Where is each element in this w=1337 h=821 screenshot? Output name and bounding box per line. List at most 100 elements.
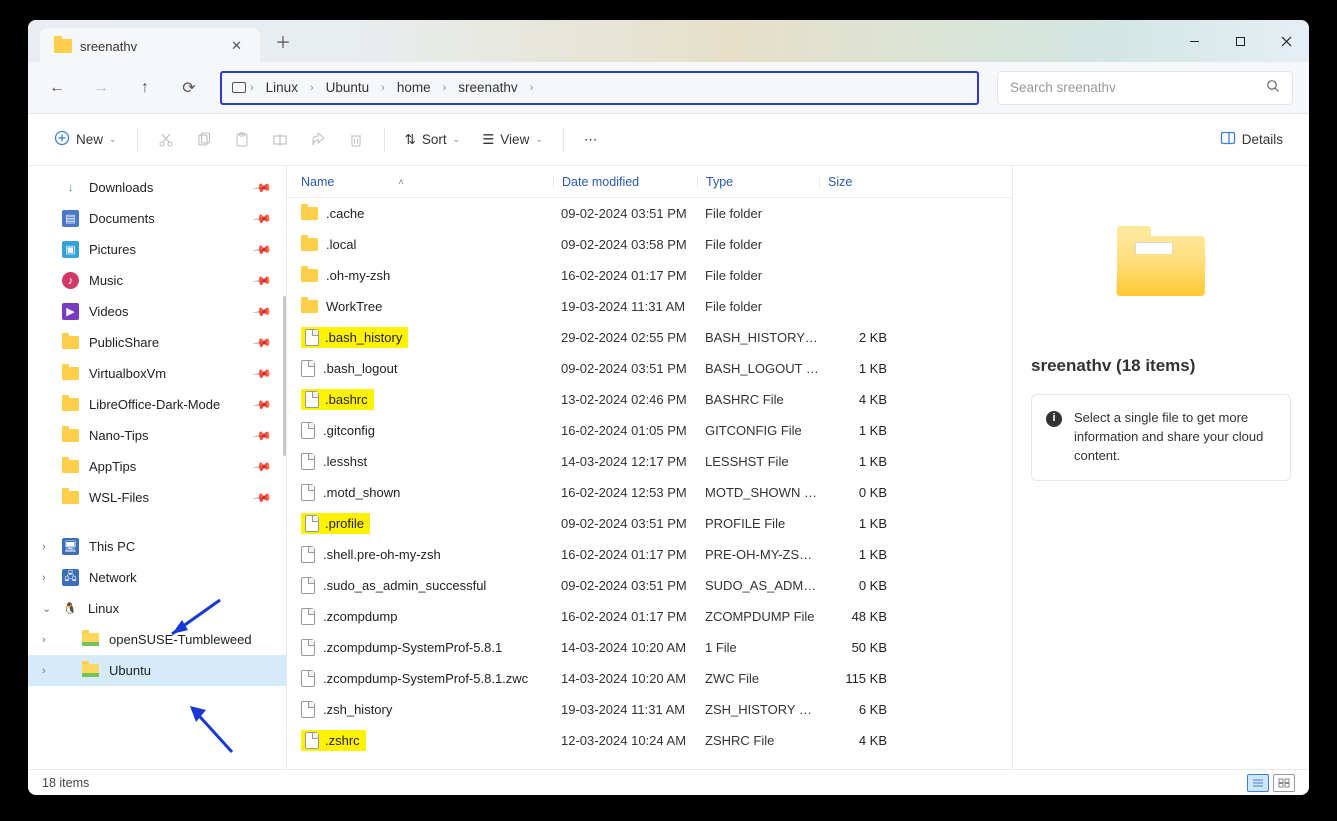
breadcrumb-item[interactable]: sreenathv [450, 80, 525, 95]
file-row[interactable]: .bash_logout09-02-2024 03:51 PMBASH_LOGO… [287, 353, 1012, 384]
file-row[interactable]: .zcompdump-SystemProf-5.8.1.zwc14-03-202… [287, 663, 1012, 694]
new-button[interactable]: New ⌄ [46, 126, 125, 153]
paste-button[interactable] [226, 128, 258, 152]
details-toggle[interactable]: Details [1212, 126, 1291, 153]
tree-item[interactable]: ›🖧Network [28, 562, 286, 593]
delete-button[interactable] [340, 128, 372, 152]
tree-item[interactable]: ›Ubuntu [28, 655, 286, 686]
scrollbar[interactable] [283, 296, 286, 456]
file-row[interactable]: .local09-02-2024 03:58 PMFile folder [287, 229, 1012, 260]
file-row[interactable]: .sudo_as_admin_successful09-02-2024 03:5… [287, 570, 1012, 601]
view-button[interactable]: ☰ View ⌄ [474, 128, 551, 152]
file-row[interactable]: .zcompdump16-02-2024 01:17 PMZCOMPDUMP F… [287, 601, 1012, 632]
breadcrumb-item[interactable]: home [389, 80, 439, 95]
column-headers[interactable]: Name˄ Date modified Type Size [287, 166, 1012, 198]
breadcrumb-item[interactable]: Ubuntu [318, 80, 378, 95]
folder-large-icon [1117, 236, 1205, 296]
pin-icon: 📌 [252, 270, 272, 290]
sidebar-item[interactable]: AppTips📌 [28, 451, 286, 482]
file-date: 14-03-2024 10:20 AM [553, 640, 697, 655]
sidebar-item[interactable]: ▶Videos📌 [28, 296, 286, 327]
file-icon [301, 453, 315, 470]
copy-button[interactable] [188, 128, 220, 152]
file-size: 6 KB [819, 702, 899, 717]
search-input[interactable] [1010, 80, 1266, 95]
col-size[interactable]: Size [819, 175, 899, 189]
file-type: File folder [697, 237, 819, 252]
up-button[interactable]: ↑ [132, 75, 158, 101]
file-row[interactable]: .oh-my-zsh16-02-2024 01:17 PMFile folder [287, 260, 1012, 291]
col-name[interactable]: Name [301, 175, 334, 189]
titlebar: sreenathv ✕ ＋ [28, 20, 1309, 62]
back-button[interactable]: ← [44, 75, 70, 101]
document-icon: ▤ [62, 210, 79, 227]
tree-item[interactable]: ›openSUSE-Tumbleweed [28, 624, 286, 655]
file-row[interactable]: .cache09-02-2024 03:51 PMFile folder [287, 198, 1012, 229]
search-box[interactable] [997, 71, 1293, 105]
breadcrumb[interactable]: › Linux › Ubuntu › home › sreenathv › [220, 71, 979, 105]
file-name: .profile [325, 516, 364, 531]
breadcrumb-item[interactable]: Linux [258, 80, 306, 95]
sort-button[interactable]: ⇅ Sort ⌄ [397, 128, 469, 152]
file-date: 16-02-2024 01:17 PM [553, 268, 697, 283]
file-row[interactable]: .lesshst14-03-2024 12:17 PMLESSHST File1… [287, 446, 1012, 477]
sidebar-item[interactable]: Nano-Tips📌 [28, 420, 286, 451]
pin-icon: 📌 [252, 239, 272, 259]
minimize-button[interactable] [1171, 20, 1217, 62]
tab-title: sreenathv [80, 39, 137, 54]
file-date: 14-03-2024 12:17 PM [553, 454, 697, 469]
thumbnails-view-toggle[interactable] [1273, 774, 1295, 792]
sidebar-item[interactable]: ♪Music📌 [28, 265, 286, 296]
chevron-icon[interactable]: ⌄ [42, 602, 51, 615]
sidebar-item[interactable]: LibreOffice-Dark-Mode📌 [28, 389, 286, 420]
cut-button[interactable] [150, 128, 182, 152]
file-row[interactable]: .zshrc12-03-2024 10:24 AMZSHRC File4 KB [287, 725, 1012, 756]
file-row[interactable]: .bash_history29-02-2024 02:55 PMBASH_HIS… [287, 322, 1012, 353]
file-name: .cache [326, 206, 364, 221]
tree-item[interactable]: ›🖥This PC [28, 531, 286, 562]
sidebar-item[interactable]: WSL-Files📌 [28, 482, 286, 513]
file-size: 4 KB [819, 733, 899, 748]
refresh-button[interactable]: ⟳ [176, 75, 202, 101]
folder-icon [62, 367, 79, 380]
file-date: 16-02-2024 01:05 PM [553, 423, 697, 438]
chevron-icon[interactable]: › [42, 541, 46, 553]
chevron-icon[interactable]: › [42, 634, 46, 646]
file-row[interactable]: WorkTree19-03-2024 11:31 AMFile folder [287, 291, 1012, 322]
new-label: New [76, 132, 103, 147]
sidebar-label: PublicShare [89, 335, 159, 350]
file-name: .gitconfig [323, 423, 375, 438]
sort-icon: ⇅ [405, 132, 416, 148]
tab-active[interactable]: sreenathv ✕ [40, 28, 260, 62]
sidebar-item[interactable]: PublicShare📌 [28, 327, 286, 358]
forward-button[interactable]: → [88, 75, 114, 101]
tree-item[interactable]: ⌄🐧Linux [28, 593, 286, 624]
file-row[interactable]: .motd_shown16-02-2024 12:53 PMMOTD_SHOWN… [287, 477, 1012, 508]
pictures-icon: ▣ [62, 241, 79, 258]
chevron-icon[interactable]: › [42, 572, 46, 584]
file-row[interactable]: .bashrc13-02-2024 02:46 PMBASHRC File4 K… [287, 384, 1012, 415]
file-row[interactable]: .profile09-02-2024 03:51 PMPROFILE File1… [287, 508, 1012, 539]
rows-container: .cache09-02-2024 03:51 PMFile folder.loc… [287, 198, 1012, 769]
file-row[interactable]: .zsh_history19-03-2024 11:31 AMZSH_HISTO… [287, 694, 1012, 725]
file-row[interactable]: .gitconfig16-02-2024 01:05 PMGITCONFIG F… [287, 415, 1012, 446]
close-icon[interactable]: ✕ [227, 38, 246, 54]
file-row[interactable]: .shell.pre-oh-my-zsh16-02-2024 01:17 PMP… [287, 539, 1012, 570]
rename-button[interactable] [264, 128, 296, 152]
col-type[interactable]: Type [697, 175, 819, 189]
share-button[interactable] [302, 128, 334, 152]
sidebar-item[interactable]: ↓Downloads📌 [28, 172, 286, 203]
close-button[interactable] [1263, 20, 1309, 62]
more-button[interactable]: ⋯ [576, 128, 606, 152]
sidebar-item[interactable]: ▣Pictures📌 [28, 234, 286, 265]
file-size: 1 KB [819, 516, 899, 531]
file-name: WorkTree [326, 299, 382, 314]
sidebar-item[interactable]: ▤Documents📌 [28, 203, 286, 234]
file-row[interactable]: .zcompdump-SystemProf-5.8.114-03-2024 10… [287, 632, 1012, 663]
chevron-icon[interactable]: › [42, 665, 46, 677]
maximize-button[interactable] [1217, 20, 1263, 62]
col-date[interactable]: Date modified [553, 175, 697, 189]
details-view-toggle[interactable] [1247, 774, 1269, 792]
new-tab-button[interactable]: ＋ [268, 26, 298, 56]
sidebar-item[interactable]: VirtualboxVm📌 [28, 358, 286, 389]
